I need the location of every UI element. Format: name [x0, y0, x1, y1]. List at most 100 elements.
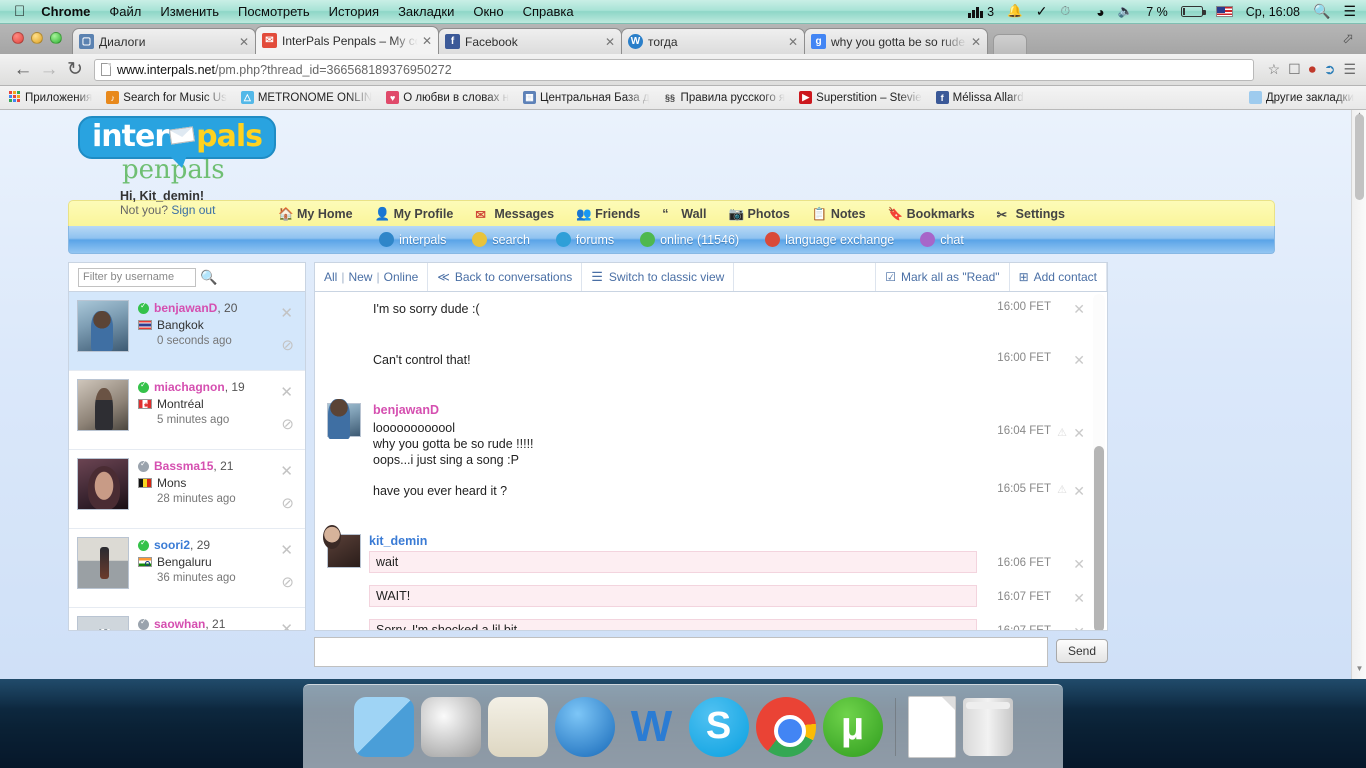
window-controls[interactable] [12, 32, 62, 44]
message-author[interactable]: kit_demin [369, 534, 977, 548]
nav-forums[interactable]: forums [556, 232, 614, 247]
filter-username-input[interactable]: Filter by username [78, 268, 196, 287]
maps-icon[interactable] [488, 697, 548, 757]
chat-scroll-thumb[interactable] [1094, 446, 1104, 631]
pocket-icon[interactable]: ☐ [1288, 61, 1301, 78]
interpals-logo[interactable]: inter pals [78, 116, 276, 159]
zoom-window-button[interactable] [50, 32, 62, 44]
block-icon[interactable]: ⊘ [281, 336, 294, 354]
launchpad-icon[interactable] [421, 697, 481, 757]
chrome-menu-icon[interactable]: ☰ [1343, 61, 1356, 78]
chat-scrollbar[interactable] [1093, 294, 1105, 628]
spotlight-search-icon[interactable]: 🔍 [1313, 3, 1330, 20]
minimize-window-button[interactable] [31, 32, 43, 44]
close-tab-icon[interactable]: ✕ [788, 35, 798, 49]
filter-online-link[interactable]: Online [384, 270, 419, 284]
back-to-conversations-button[interactable]: ≪ Back to conversations [428, 263, 582, 292]
close-x-icon[interactable]: ✕ [1073, 590, 1085, 607]
avatar[interactable] [327, 534, 361, 568]
close-tab-icon[interactable]: ✕ [605, 35, 615, 49]
sign-out-link[interactable]: Sign out [171, 203, 215, 217]
tab-google-search[interactable]: g why you gotta be so rude ✕ [804, 28, 988, 54]
page-scrollbar[interactable]: ▲ ▼ [1351, 110, 1366, 679]
bookmark-russian-rules[interactable]: §§ Правила русского я [664, 91, 786, 104]
nav-chat[interactable]: chat [920, 232, 964, 247]
menu-item-view[interactable]: Посмотреть [238, 4, 310, 19]
document-icon[interactable] [908, 696, 956, 758]
trash-icon[interactable] [963, 698, 1013, 756]
avatar[interactable] [77, 458, 129, 510]
us-flag-icon[interactable] [1216, 6, 1233, 17]
nav-interpals[interactable]: interpals [379, 232, 446, 247]
conversation-item[interactable]: benjawanD, 20 Bangkok 0 seconds ago ✕ ⊘ [69, 292, 305, 371]
bookmark-music-search[interactable]: ♪ Search for Music Us [106, 91, 227, 104]
filter-all-link[interactable]: All [324, 270, 337, 284]
bookmark-love-words[interactable]: ♥ О любви в словах н [386, 91, 509, 104]
close-x-icon[interactable]: ✕ [280, 462, 293, 480]
conversation-list[interactable]: benjawanD, 20 Bangkok 0 seconds ago ✕ ⊘ [68, 291, 306, 631]
nav-friends[interactable]: 👥 Friends [576, 207, 640, 221]
close-tab-icon[interactable]: ✕ [971, 35, 981, 49]
username[interactable]: soori2 [154, 538, 190, 552]
username[interactable]: Bassma15 [154, 459, 213, 473]
nav-photos[interactable]: 📷 Photos [728, 207, 789, 221]
close-window-button[interactable] [12, 32, 24, 44]
conversation-item[interactable]: Bassma15, 21 Mons 28 minutes ago ✕ ⊘ [69, 450, 305, 529]
block-icon[interactable]: ⊘ [281, 415, 294, 433]
nav-my-profile[interactable]: 👤 My Profile [375, 207, 454, 221]
conversation-item[interactable]: saowhan, 21 Bangkok 1 hour ago ✕ ⊘ [69, 608, 305, 631]
close-x-icon[interactable]: ✕ [1073, 556, 1085, 573]
warning-icon[interactable]: ⚠ [1057, 426, 1067, 439]
bell-icon[interactable]: 🔔 [1007, 4, 1023, 19]
wifi-icon[interactable]: ◕ [1096, 4, 1104, 20]
chat-message-pane[interactable]: I'm so sorry dude :( 16:00 FET ✕ Can't c… [314, 291, 1108, 631]
warning-icon[interactable]: ⚠ [1057, 483, 1067, 496]
tab-dialogi[interactable]: ▢ Диалоги ✕ [72, 28, 256, 54]
filter-new-link[interactable]: New [348, 270, 372, 284]
time-machine-icon[interactable]: ⏱ [1060, 4, 1070, 19]
nav-online[interactable]: online (11546) [640, 232, 739, 247]
avatar[interactable] [327, 403, 361, 437]
dropbox-icon[interactable]: ✓ [1036, 3, 1048, 20]
finder-icon[interactable] [354, 697, 414, 757]
scroll-down-arrow[interactable]: ▼ [1352, 664, 1366, 679]
menu-item-bookmarks[interactable]: Закладки [398, 4, 454, 19]
clock-label[interactable]: Ср, 16:08 [1246, 5, 1300, 19]
app-store-icon[interactable] [555, 697, 615, 757]
username[interactable]: benjawanD [154, 301, 217, 315]
menu-item-file[interactable]: Файл [109, 4, 141, 19]
mark-all-read-button[interactable]: ☑ Mark all as "Read" [875, 263, 1009, 292]
close-x-icon[interactable]: ✕ [280, 304, 293, 322]
bookmark-other-bookmarks[interactable]: Другие закладки [1249, 91, 1354, 104]
close-x-icon[interactable]: ✕ [280, 541, 293, 559]
close-x-icon[interactable]: ✕ [280, 620, 293, 631]
menu-item-help[interactable]: Справка [523, 4, 574, 19]
nav-search[interactable]: search [472, 232, 530, 247]
nav-wall[interactable]: “ Wall [662, 207, 706, 221]
avatar[interactable] [77, 616, 129, 631]
conversation-item[interactable]: soori2, 29 Bengaluru 36 minutes ago ✕ ⊘ [69, 529, 305, 608]
username[interactable]: miachagnon [154, 380, 225, 394]
battery-icon[interactable] [1181, 6, 1203, 17]
fullscreen-icon[interactable]: ⬀ [1342, 30, 1354, 47]
message-input[interactable] [314, 637, 1048, 667]
close-tab-icon[interactable]: ✕ [422, 34, 432, 48]
nav-settings[interactable]: ✂ Settings [997, 207, 1065, 221]
tab-interpals[interactable]: ✉ InterPals Penpals – My con ✕ [255, 26, 439, 54]
block-icon[interactable]: ⊘ [281, 573, 294, 591]
send-button[interactable]: Send [1056, 639, 1108, 663]
close-x-icon[interactable]: ✕ [280, 383, 293, 401]
tab-togda[interactable]: W тогда ✕ [621, 28, 805, 54]
address-bar[interactable]: www.interpals.net/pm.php?thread_id=36656… [94, 59, 1254, 81]
nav-bookmarks[interactable]: 🔖 Bookmarks [888, 207, 975, 221]
notification-center-icon[interactable]: ☰ [1343, 3, 1356, 20]
conversation-item[interactable]: miachagnon, 19 Montréal 5 minutes ago ✕ … [69, 371, 305, 450]
share-extension-icon[interactable]: ➲ [1324, 61, 1336, 78]
new-tab-button[interactable] [993, 34, 1027, 54]
menu-item-edit[interactable]: Изменить [160, 4, 219, 19]
word-icon[interactable]: W [622, 697, 682, 757]
abp-extension-icon[interactable]: ⏺ [1309, 61, 1316, 78]
signal-bars-icon[interactable]: 3 [968, 5, 994, 19]
nav-notes[interactable]: 📋 Notes [812, 207, 866, 221]
add-contact-button[interactable]: ⊞ Add contact [1010, 263, 1107, 292]
